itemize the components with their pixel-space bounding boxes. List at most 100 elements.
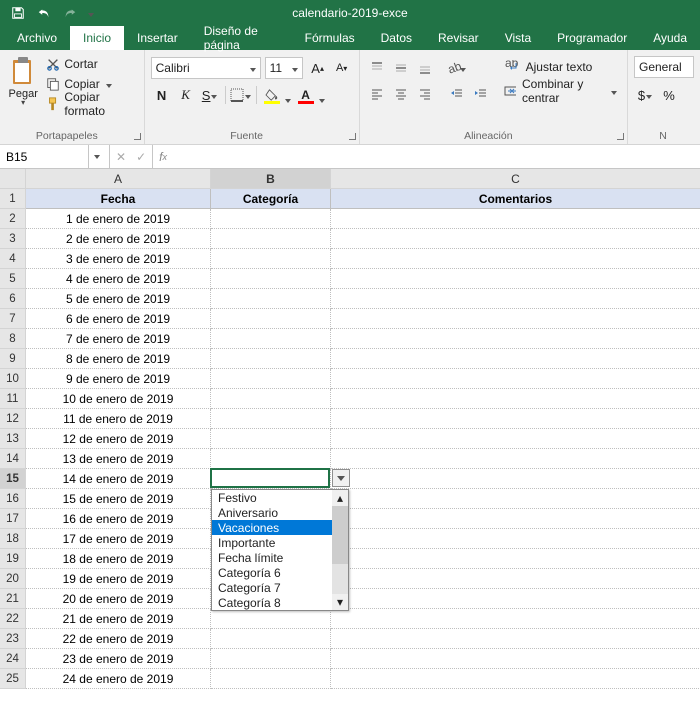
tab-fórmulas[interactable]: Fórmulas (292, 26, 368, 50)
row-header-24[interactable]: 24 (0, 649, 26, 669)
row-header-2[interactable]: 2 (0, 209, 26, 229)
cell-C1[interactable]: Comentarios (331, 189, 700, 209)
validation-dropdown-button[interactable] (332, 469, 350, 487)
cell-C3[interactable] (331, 229, 700, 249)
increase-indent-icon[interactable] (470, 83, 492, 105)
row-header-23[interactable]: 23 (0, 629, 26, 649)
cell-C22[interactable] (331, 609, 700, 629)
cell-A24[interactable]: 23 de enero de 2019 (26, 649, 211, 669)
clipboard-launcher-icon[interactable] (132, 131, 142, 141)
cell-B1[interactable]: Categoría (211, 189, 331, 209)
tab-revisar[interactable]: Revisar (425, 26, 492, 50)
align-top-icon[interactable] (366, 57, 388, 79)
col-header-B[interactable]: B (211, 169, 331, 189)
cell-C5[interactable] (331, 269, 700, 289)
cell-A18[interactable]: 17 de enero de 2019 (26, 529, 211, 549)
row-header-3[interactable]: 3 (0, 229, 26, 249)
qat-customize-icon[interactable] (84, 2, 98, 24)
row-header-9[interactable]: 9 (0, 349, 26, 369)
col-header-C[interactable]: C (331, 169, 700, 189)
align-left-icon[interactable] (366, 83, 388, 105)
cell-A8[interactable]: 7 de enero de 2019 (26, 329, 211, 349)
select-all-corner[interactable] (0, 169, 26, 189)
merge-center-button[interactable]: Combinar y centrar (500, 80, 621, 102)
cell-B12[interactable] (211, 409, 331, 429)
tab-diseño-de-página[interactable]: Diseño de página (191, 26, 292, 50)
cell-A15[interactable]: 14 de enero de 2019 (26, 469, 211, 489)
cell-C8[interactable] (331, 329, 700, 349)
alignment-launcher-icon[interactable] (615, 131, 625, 141)
cell-A12[interactable]: 11 de enero de 2019 (26, 409, 211, 429)
wrap-text-button[interactable]: abAjustar texto (500, 56, 621, 78)
cell-C18[interactable] (331, 529, 700, 549)
cell-A1[interactable]: Fecha (26, 189, 211, 209)
dropdown-item-2[interactable]: Vacaciones (212, 520, 332, 535)
cell-A21[interactable]: 20 de enero de 2019 (26, 589, 211, 609)
worksheet[interactable]: ABC 123456789101112131415161718192021222… (0, 169, 700, 724)
cell-A17[interactable]: 16 de enero de 2019 (26, 509, 211, 529)
cell-B5[interactable] (211, 269, 331, 289)
cell-C4[interactable] (331, 249, 700, 269)
cell-C13[interactable] (331, 429, 700, 449)
font-name-combo[interactable]: Calibri (151, 57, 261, 79)
cell-B25[interactable] (211, 669, 331, 689)
cell-A3[interactable]: 2 de enero de 2019 (26, 229, 211, 249)
cell-C11[interactable] (331, 389, 700, 409)
cell-B4[interactable] (211, 249, 331, 269)
cell-A10[interactable]: 9 de enero de 2019 (26, 369, 211, 389)
dropdown-item-7[interactable]: Categoría 8 (212, 595, 332, 610)
align-bottom-icon[interactable] (414, 57, 436, 79)
cell-B23[interactable] (211, 629, 331, 649)
cell-B6[interactable] (211, 289, 331, 309)
cell-C15[interactable] (331, 469, 700, 489)
row-header-22[interactable]: 22 (0, 609, 26, 629)
name-box-dropdown-icon[interactable] (88, 145, 104, 168)
cell-C23[interactable] (331, 629, 700, 649)
cut-button[interactable]: Cortar (42, 54, 137, 73)
save-icon[interactable] (6, 2, 30, 24)
cell-A5[interactable]: 4 de enero de 2019 (26, 269, 211, 289)
dropdown-item-5[interactable]: Categoría 6 (212, 565, 332, 580)
row-header-15[interactable]: 15 (0, 469, 26, 489)
row-header-7[interactable]: 7 (0, 309, 26, 329)
fill-color-button[interactable] (261, 84, 283, 106)
name-box-input[interactable] (0, 150, 88, 164)
dropdown-item-3[interactable]: Importante (212, 535, 332, 550)
cell-A13[interactable]: 12 de enero de 2019 (26, 429, 211, 449)
row-header-16[interactable]: 16 (0, 489, 26, 509)
cell-B10[interactable] (211, 369, 331, 389)
cell-B11[interactable] (211, 389, 331, 409)
borders-button[interactable] (230, 84, 252, 106)
dropdown-scrollbar[interactable]: ▴ ▾ (332, 490, 348, 610)
cell-B13[interactable] (211, 429, 331, 449)
enter-formula-icon[interactable]: ✓ (136, 150, 146, 164)
increase-font-icon[interactable]: A▴ (307, 57, 329, 79)
cell-A23[interactable]: 22 de enero de 2019 (26, 629, 211, 649)
fx-icon[interactable]: fx (153, 145, 173, 168)
dropdown-item-1[interactable]: Aniversario (212, 505, 332, 520)
cell-A11[interactable]: 10 de enero de 2019 (26, 389, 211, 409)
italic-button[interactable]: K (175, 84, 197, 106)
tab-programador[interactable]: Programador (544, 26, 640, 50)
redo-icon[interactable] (58, 2, 82, 24)
cell-C14[interactable] (331, 449, 700, 469)
tab-inicio[interactable]: Inicio (70, 26, 124, 50)
cell-A16[interactable]: 15 de enero de 2019 (26, 489, 211, 509)
cell-A4[interactable]: 3 de enero de 2019 (26, 249, 211, 269)
cell-C17[interactable] (331, 509, 700, 529)
row-header-19[interactable]: 19 (0, 549, 26, 569)
name-box[interactable] (0, 145, 110, 168)
row-header-1[interactable]: 1 (0, 189, 26, 209)
cell-B7[interactable] (211, 309, 331, 329)
cell-A19[interactable]: 18 de enero de 2019 (26, 549, 211, 569)
row-header-25[interactable]: 25 (0, 669, 26, 689)
cell-B14[interactable] (211, 449, 331, 469)
cell-C7[interactable] (331, 309, 700, 329)
decrease-font-icon[interactable]: A▾ (331, 57, 353, 79)
tab-datos[interactable]: Datos (368, 26, 425, 50)
paste-button[interactable]: Pegar ▾ (6, 54, 40, 113)
align-right-icon[interactable] (414, 83, 436, 105)
row-header-5[interactable]: 5 (0, 269, 26, 289)
cell-B15[interactable] (211, 469, 331, 489)
row-header-10[interactable]: 10 (0, 369, 26, 389)
